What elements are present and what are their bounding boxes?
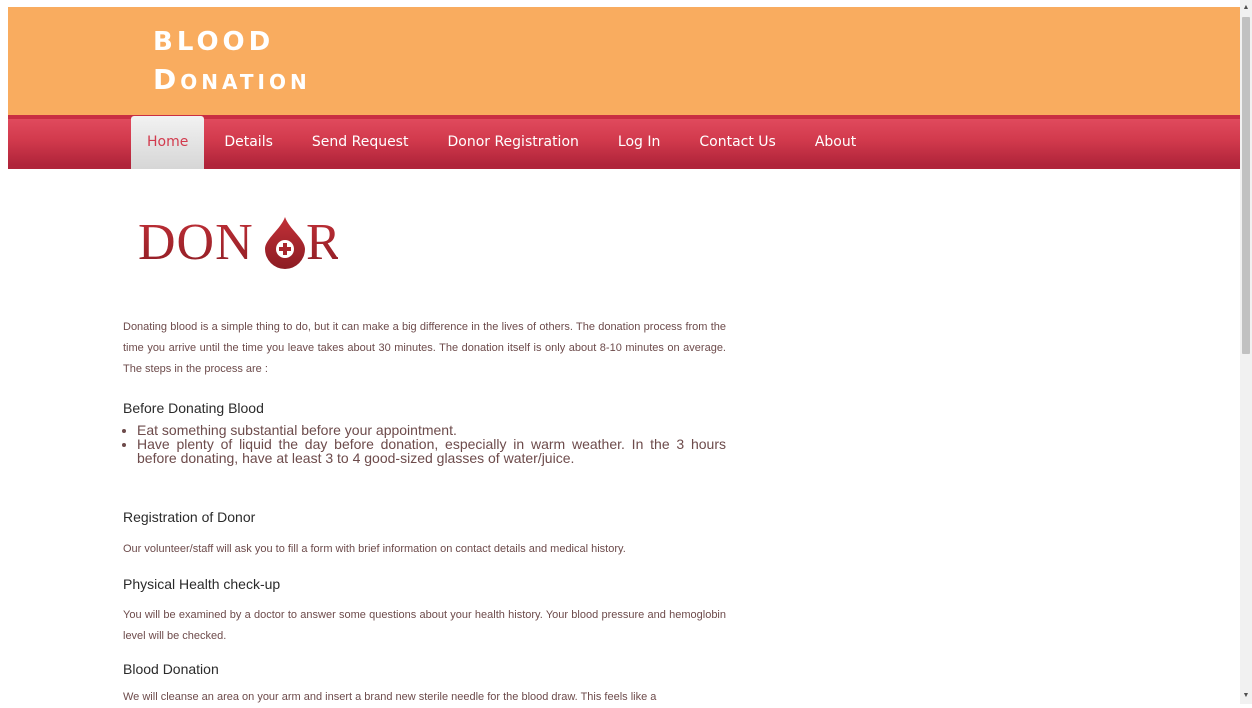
site-title[interactable]: BLOOD Donation xyxy=(153,23,311,99)
blood-drop-icon xyxy=(265,217,305,269)
site-title-line2: Donation xyxy=(153,63,311,96)
scroll-down-icon[interactable]: ▼ xyxy=(1242,692,1250,700)
blood-donation-text: We will cleanse an area on your arm and … xyxy=(123,691,657,703)
site-title-line1: BLOOD xyxy=(153,27,275,57)
svg-text:R: R xyxy=(306,214,338,269)
nav-contact-us[interactable]: Contact Us xyxy=(679,116,794,169)
intro-text: Donating blood is a simple thing to do, … xyxy=(123,321,726,375)
nav-send-request[interactable]: Send Request xyxy=(292,116,428,169)
main-nav: Home Details Send Request Donor Registra… xyxy=(8,115,1240,169)
vertical-scrollbar[interactable]: ▲ ▼ xyxy=(1240,0,1252,704)
registration-text: Our volunteer/staff will ask you to fill… xyxy=(123,543,626,555)
nav-details[interactable]: Details xyxy=(204,116,292,169)
nav-log-in[interactable]: Log In xyxy=(598,116,679,169)
site-header: BLOOD Donation xyxy=(8,7,1240,115)
nav-about[interactable]: About xyxy=(795,116,875,169)
before-donating-list: Eat something substantial before your ap… xyxy=(123,423,726,465)
registration-heading: Registration of Donor xyxy=(123,509,256,525)
svg-text:DON: DON xyxy=(138,214,254,269)
list-item: Eat something substantial before your ap… xyxy=(137,423,726,437)
list-item: Have plenty of liquid the day before don… xyxy=(137,437,726,465)
nav-donor-registration[interactable]: Donor Registration xyxy=(427,116,597,169)
nav-home[interactable]: Home xyxy=(131,116,205,169)
donor-logo: DON R xyxy=(138,214,338,269)
before-donating-heading: Before Donating Blood xyxy=(123,400,264,416)
checkup-heading: Physical Health check-up xyxy=(123,576,281,592)
scroll-thumb[interactable] xyxy=(1242,17,1250,354)
scroll-up-icon[interactable]: ▲ xyxy=(1242,4,1250,12)
checkup-text: You will be examined by a doctor to answ… xyxy=(123,609,726,642)
blood-donation-heading: Blood Donation xyxy=(123,661,219,677)
